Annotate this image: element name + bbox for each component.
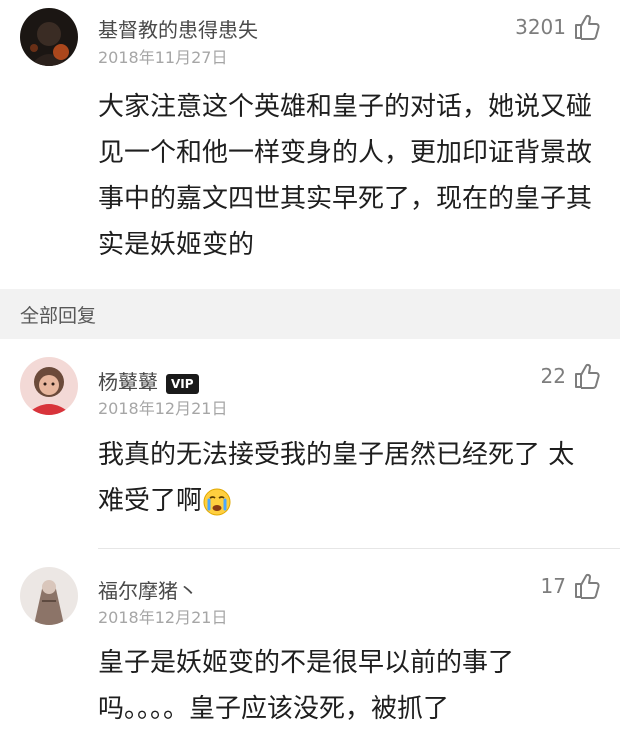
username[interactable]: 福尔摩猪丶 xyxy=(98,575,198,604)
username[interactable]: 基督教的患得患失 xyxy=(98,14,258,43)
like-button[interactable]: 17 xyxy=(541,571,602,601)
crying-face-icon xyxy=(203,488,231,515)
thumbs-up-icon xyxy=(575,363,600,389)
avatar-image xyxy=(20,567,78,625)
avatar[interactable] xyxy=(20,357,78,415)
avatar-image xyxy=(20,8,78,66)
comment-1: 基督教的患得患失 2018年11月27日 3201 大家注意这个英雄和皇子的对话… xyxy=(0,0,620,289)
comment-2: 杨鼙鼙 VIP 2018年12月21日 22 我真的无法接受我的皇子居然已经死了 … xyxy=(0,339,620,549)
avatar-image xyxy=(20,357,78,415)
like-count: 22 xyxy=(540,364,566,388)
section-title: 全部回复 xyxy=(20,305,97,327)
thumbs-up-icon xyxy=(575,573,600,599)
comment-date: 2018年12月21日 xyxy=(98,399,228,418)
comment-text-content: 我真的无法接受我的皇子居然已经死了 太难受了啊 xyxy=(98,440,575,516)
like-count: 3201 xyxy=(515,15,566,39)
comment-3: 福尔摩猪丶 2018年12月21日 17 皇子是妖姬变的不是很早以前的事了吗。。… xyxy=(0,549,620,731)
thumbs-up-icon xyxy=(575,14,600,40)
like-button[interactable]: 22 xyxy=(541,361,602,391)
username[interactable]: 杨鼙鼙 VIP xyxy=(98,366,199,395)
section-header: 全部回复 xyxy=(0,289,620,339)
comment-text: 我真的无法接受我的皇子居然已经死了 太难受了啊 xyxy=(98,432,596,524)
comment-text: 大家注意这个英雄和皇子的对话，她说又碰见一个和他一样变身的人，更加印证背景故事中… xyxy=(98,92,593,260)
like-count: 17 xyxy=(540,574,566,598)
comment-text: 皇子是妖姬变的不是很早以前的事了吗。。。。皇子应该没死，被抓了 xyxy=(98,648,515,724)
comment-date: 2018年11月27日 xyxy=(98,48,228,67)
like-button[interactable]: 3201 xyxy=(515,12,602,42)
vip-badge: VIP xyxy=(166,373,199,394)
username-text: 杨鼙鼙 xyxy=(98,370,158,394)
avatar[interactable] xyxy=(20,567,78,625)
avatar[interactable] xyxy=(20,8,78,66)
comment-date: 2018年12月21日 xyxy=(98,608,228,627)
